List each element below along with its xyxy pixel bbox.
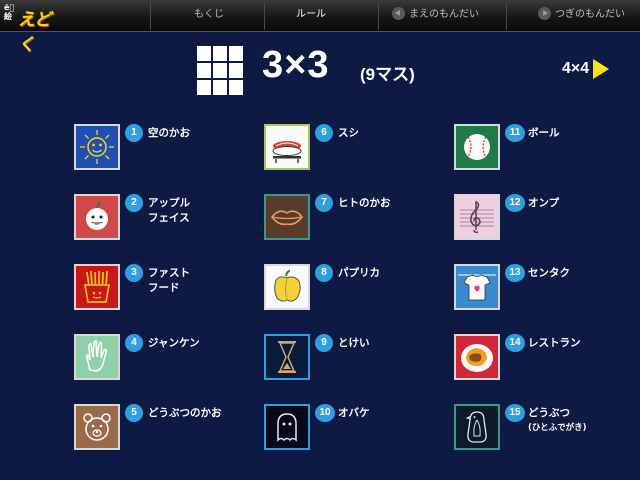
item-sublabel: (ひとふでがき)	[528, 423, 587, 433]
fast-food-icon	[74, 264, 120, 310]
item-number: 15	[505, 404, 525, 422]
item-number: 12	[505, 194, 525, 212]
nav-rule[interactable]: ルール	[296, 7, 326, 25]
item-label: どうぶつのかお	[148, 407, 222, 419]
top-bar: ĕ゙ 絵 えどく もくじ ルール まえのもんだい つぎのもんだい	[0, 0, 640, 55]
baseball-icon	[454, 124, 500, 170]
item-label: オンプ	[528, 197, 560, 209]
puzzle-item-10[interactable]: 10 オバケ	[264, 404, 454, 454]
item-number: 1	[125, 124, 143, 142]
sushi-icon	[264, 124, 310, 170]
puzzle-item-6[interactable]: 6 スシ	[264, 124, 454, 174]
puzzle-item-3[interactable]: 3 ファスト フード	[74, 264, 264, 314]
nav-divider	[506, 2, 507, 30]
puzzle-item-13[interactable]: 13 センタク	[454, 264, 640, 314]
bear-face-icon	[74, 404, 120, 450]
item-label: ファスト フード	[148, 267, 190, 294]
logo-mini-text: ĕ゙ 絵	[4, 3, 15, 21]
sun-face-icon	[74, 124, 120, 170]
nav-divider	[150, 2, 151, 30]
apple-face-icon	[74, 194, 120, 240]
penguin-icon	[454, 404, 500, 450]
hourglass-icon	[264, 334, 310, 380]
item-number: 6	[315, 124, 333, 142]
item-label: スシ	[338, 127, 359, 139]
puzzle-item-14[interactable]: 14 レストラン	[454, 334, 640, 384]
item-number: 3	[125, 264, 143, 282]
treble-clef-icon	[454, 194, 500, 240]
item-label: パプリカ	[338, 267, 380, 279]
item-label: 空のかお	[148, 127, 190, 139]
laundry-shirt-icon	[454, 264, 500, 310]
puzzle-item-12[interactable]: 12 オンプ	[454, 194, 640, 244]
puzzle-item-15[interactable]: 15 どうぶつ (ひとふでがき)	[454, 404, 640, 454]
item-number: 8	[315, 264, 333, 282]
item-number: 13	[505, 264, 525, 282]
puzzle-item-1[interactable]: 1 空のかお	[74, 124, 264, 174]
item-label: ボール	[528, 127, 560, 139]
next-size-button[interactable]: 4×4	[562, 58, 610, 82]
app-logo[interactable]: ĕ゙ 絵 えどく	[4, 3, 60, 55]
nav-mokuji[interactable]: もくじ	[194, 7, 224, 25]
puzzle-item-9[interactable]: 9 とけい	[264, 334, 454, 384]
item-label: どうぶつ (ひとふでがき)	[528, 406, 587, 436]
nav-prev-question[interactable]: まえのもんだい	[392, 6, 479, 25]
item-number: 5	[125, 404, 143, 422]
item-label: オバケ	[338, 407, 370, 419]
logo-main-text: えどく	[18, 10, 51, 55]
page-subtitle: (9マス)	[360, 65, 415, 84]
item-number: 7	[315, 194, 333, 212]
puzzle-item-8[interactable]: 8 パプリカ	[264, 264, 454, 314]
curry-plate-icon	[454, 334, 500, 380]
item-number: 9	[315, 334, 333, 352]
nav-divider	[378, 2, 379, 30]
next-triangle-icon	[593, 58, 610, 79]
puzzle-item-5[interactable]: 5 どうぶつのかお	[74, 404, 264, 454]
item-number: 4	[125, 334, 143, 352]
grid-3x3-icon	[197, 46, 243, 96]
item-number: 2	[125, 194, 143, 212]
item-label: ジャンケン	[148, 337, 200, 349]
item-number: 11	[505, 124, 525, 142]
item-number: 10	[315, 404, 335, 422]
next-size-label: 4×4	[562, 59, 590, 77]
nav-divider	[264, 2, 265, 30]
nav-next-label: つぎのもんだい	[555, 9, 625, 20]
puzzle-item-7[interactable]: 7 ヒトのかお	[264, 194, 454, 244]
item-label: センタク	[528, 267, 570, 279]
nav-next-question[interactable]: つぎのもんだい	[538, 6, 625, 25]
hand-icon	[74, 334, 120, 380]
item-label: アップル フェイス	[148, 197, 190, 224]
item-label: レストラン	[528, 337, 581, 349]
puzzle-item-4[interactable]: 4 ジャンケン	[74, 334, 264, 384]
lips-icon	[264, 194, 310, 240]
puzzle-item-2[interactable]: 2 アップル フェイス	[74, 194, 264, 244]
ghost-icon	[264, 404, 310, 450]
puzzle-item-11[interactable]: 11 ボール	[454, 124, 640, 174]
item-label: とけい	[338, 337, 370, 349]
prev-arrow-icon	[392, 6, 405, 20]
nav-prev-label: まえのもんだい	[409, 9, 479, 20]
paprika-icon	[264, 264, 310, 310]
item-number: 14	[505, 334, 525, 352]
page-title: 3×3	[262, 44, 330, 86]
item-label: ヒトのかお	[338, 197, 391, 209]
next-arrow-icon	[538, 6, 551, 20]
